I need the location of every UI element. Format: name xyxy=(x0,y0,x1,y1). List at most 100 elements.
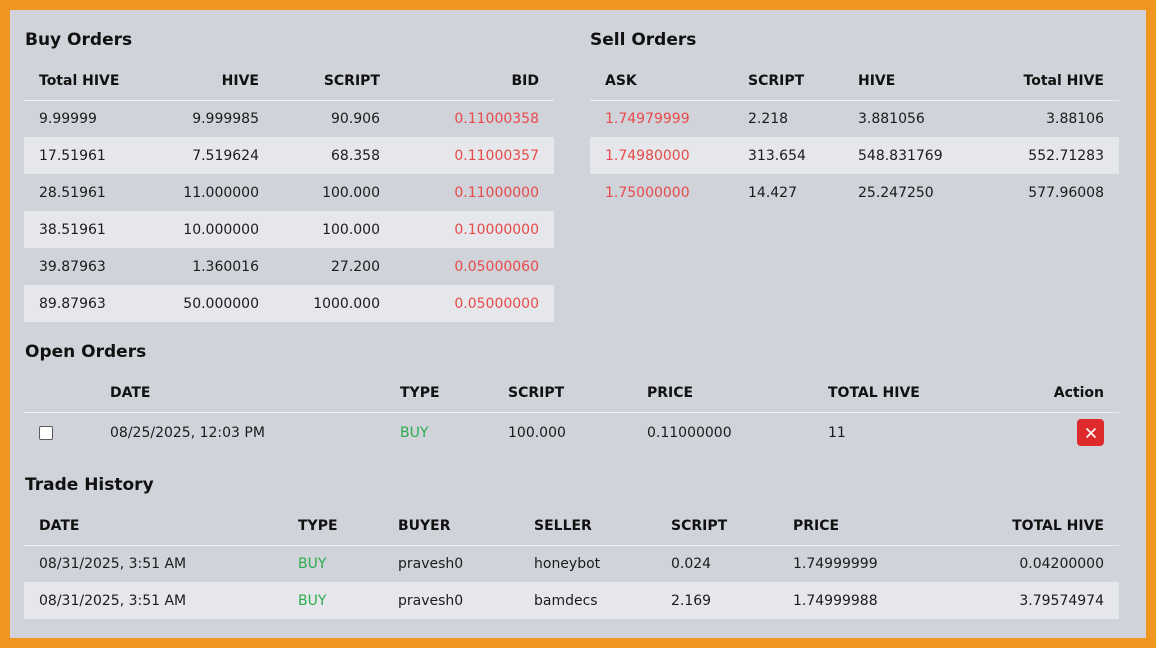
type-cell: BUY xyxy=(400,424,429,441)
ask-cell: 1.74979999 xyxy=(605,110,690,127)
script-cell: 0.024 xyxy=(671,555,712,572)
total-hive-cell: 89.87963 xyxy=(24,285,149,322)
bid-cell: 0.05000000 xyxy=(395,285,554,322)
col-script: SCRIPT xyxy=(493,374,632,413)
col-bid: BID xyxy=(395,62,554,101)
buy-orders-header-row: Total HIVE HIVE SCRIPT BID xyxy=(24,62,554,101)
col-hive: HIVE xyxy=(843,62,993,101)
trade-history-table: DATE TYPE BUYER SELLER SCRIPT PRICE TOTA… xyxy=(24,507,1119,619)
table-row[interactable]: 1.74980000 313.654 548.831769 552.71283 xyxy=(590,137,1119,174)
total-hive-cell: 28.51961 xyxy=(39,184,106,201)
hive-cell: 25.247250 xyxy=(858,184,934,201)
script-cell: 90.906 xyxy=(331,110,380,127)
total-hive-cell: 17.51961 xyxy=(24,137,149,174)
table-row[interactable]: 1.74979999 2.218 3.881056 3.88106 xyxy=(590,100,1119,137)
market-panel: Buy Orders Total HIVE HIVE SCRIPT BID 9.… xyxy=(10,10,1146,638)
action-cell xyxy=(983,412,1119,453)
total-hive-cell: 552.71283 xyxy=(993,137,1119,174)
seller-cell: honeybot xyxy=(534,555,601,572)
table-row[interactable]: 39.87963 1.360016 27.200 0.05000060 xyxy=(24,248,554,285)
bid-cell: 0.11000358 xyxy=(454,110,539,127)
bid-cell: 0.05000060 xyxy=(454,258,539,275)
hive-cell: 50.000000 xyxy=(149,285,274,322)
table-row[interactable]: 1.75000000 14.427 25.247250 577.96008 xyxy=(590,174,1119,211)
table-row[interactable]: 08/25/2025, 12:03 PM BUY 100.000 0.11000… xyxy=(24,412,1119,453)
table-row[interactable]: 08/31/2025, 3:51 AM BUY pravesh0 honeybo… xyxy=(24,545,1119,582)
script-cell: 1000.000 xyxy=(274,285,395,322)
col-action: Action xyxy=(983,374,1119,413)
table-row[interactable]: 89.87963 50.000000 1000.000 0.05000000 xyxy=(24,285,554,322)
table-row[interactable]: 08/31/2025, 3:51 AM BUY pravesh0 bamdecs… xyxy=(24,582,1119,619)
total-hive-cell: 39.87963 xyxy=(39,258,106,275)
price-cell: 1.74999999 xyxy=(793,555,878,572)
ask-cell: 1.74980000 xyxy=(590,137,733,174)
script-cell: 313.654 xyxy=(733,137,843,174)
col-total-hive: Total HIVE xyxy=(993,62,1119,101)
open-orders-table: DATE TYPE SCRIPT PRICE TOTAL HIVE Action… xyxy=(24,374,1119,453)
sell-orders-header-row: ASK SCRIPT HIVE Total HIVE xyxy=(590,62,1119,101)
total-hive-cell: 577.96008 xyxy=(1028,184,1104,201)
col-script: SCRIPT xyxy=(733,62,843,101)
col-ask: ASK xyxy=(590,62,733,101)
type-cell: BUY xyxy=(298,555,327,572)
col-select xyxy=(24,374,95,413)
hive-cell: 7.519624 xyxy=(149,137,274,174)
trade-history-header-row: DATE TYPE BUYER SELLER SCRIPT PRICE TOTA… xyxy=(24,507,1119,546)
script-cell: 100.000 xyxy=(322,184,380,201)
script-cell: 2.169 xyxy=(656,582,778,619)
col-date: DATE xyxy=(95,374,385,413)
hive-cell: 1.360016 xyxy=(192,258,259,275)
hive-cell: 548.831769 xyxy=(843,137,993,174)
ask-cell: 1.75000000 xyxy=(605,184,690,201)
order-checkbox[interactable] xyxy=(39,425,53,440)
hive-cell: 3.881056 xyxy=(858,110,925,127)
open-orders-title: Open Orders xyxy=(25,342,147,362)
script-cell: 100.000 xyxy=(274,211,395,248)
table-row[interactable]: 38.51961 10.000000 100.000 0.10000000 xyxy=(24,211,554,248)
buyer-cell: pravesh0 xyxy=(383,582,519,619)
open-orders-header-row: DATE TYPE SCRIPT PRICE TOTAL HIVE Action xyxy=(24,374,1119,413)
hive-cell: 11.000000 xyxy=(183,184,259,201)
bid-cell: 0.11000357 xyxy=(395,137,554,174)
table-row[interactable]: 17.51961 7.519624 68.358 0.11000357 xyxy=(24,137,554,174)
script-cell: 68.358 xyxy=(274,137,395,174)
bid-cell: 0.10000000 xyxy=(395,211,554,248)
trade-history-title: Trade History xyxy=(25,475,154,495)
buy-orders-title: Buy Orders xyxy=(25,30,133,50)
total-hive-cell: 38.51961 xyxy=(24,211,149,248)
date-cell: 08/31/2025, 3:51 AM xyxy=(39,555,187,572)
sell-orders-table: ASK SCRIPT HIVE Total HIVE 1.74979999 2.… xyxy=(590,62,1119,211)
total-hive-cell: 3.79574974 xyxy=(948,582,1119,619)
total-hive-cell: 11 xyxy=(828,424,846,441)
col-type: TYPE xyxy=(385,374,493,413)
close-icon xyxy=(1085,427,1096,438)
col-buyer: BUYER xyxy=(383,507,519,546)
date-cell: 08/25/2025, 12:03 PM xyxy=(110,424,265,441)
script-cell: 27.200 xyxy=(331,258,380,275)
select-cell xyxy=(24,412,95,453)
col-total-hive: TOTAL HIVE xyxy=(948,507,1119,546)
script-cell: 100.000 xyxy=(508,424,566,441)
col-price: PRICE xyxy=(778,507,948,546)
table-row[interactable]: 28.51961 11.000000 100.000 0.11000000 xyxy=(24,174,554,211)
sell-orders-title: Sell Orders xyxy=(590,30,697,50)
buyer-cell: pravesh0 xyxy=(398,555,464,572)
seller-cell: bamdecs xyxy=(519,582,656,619)
table-row[interactable]: 9.99999 9.999985 90.906 0.11000358 xyxy=(24,100,554,137)
col-script: SCRIPT xyxy=(274,62,395,101)
col-price: PRICE xyxy=(632,374,813,413)
total-hive-cell: 9.99999 xyxy=(39,110,97,127)
hive-cell: 10.000000 xyxy=(149,211,274,248)
bid-cell: 0.11000000 xyxy=(454,184,539,201)
script-cell: 2.218 xyxy=(748,110,789,127)
col-total-hive: Total HIVE xyxy=(24,62,149,101)
col-total-hive: TOTAL HIVE xyxy=(813,374,983,413)
price-cell: 1.74999988 xyxy=(778,582,948,619)
total-hive-cell: 3.88106 xyxy=(1046,110,1104,127)
col-script: SCRIPT xyxy=(656,507,778,546)
col-seller: SELLER xyxy=(519,507,656,546)
col-hive: HIVE xyxy=(149,62,274,101)
cancel-order-button[interactable] xyxy=(1077,419,1104,447)
date-cell: 08/31/2025, 3:51 AM xyxy=(24,582,283,619)
price-cell: 0.11000000 xyxy=(647,424,732,441)
